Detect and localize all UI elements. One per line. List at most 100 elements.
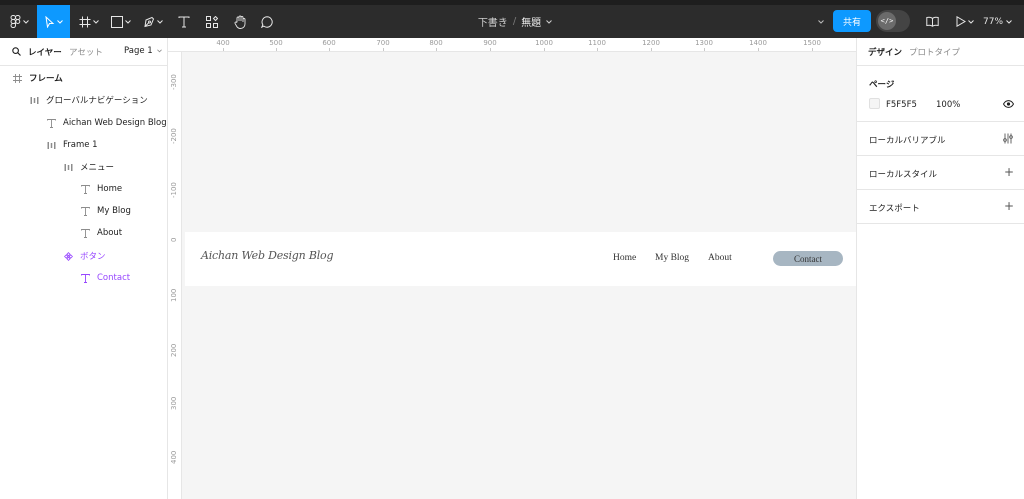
export-section[interactable]: エクスポート + <box>857 190 1024 224</box>
auto-layout-icon <box>46 140 56 150</box>
auto-layout-icon <box>63 162 73 172</box>
present-button[interactable] <box>953 5 977 38</box>
layer-label: Aichan Web Design Blog <box>63 118 167 128</box>
tab-design[interactable]: デザイン <box>868 46 902 58</box>
text-icon <box>80 273 90 283</box>
plus-icon[interactable]: + <box>1004 200 1014 212</box>
layer-item[interactable]: フレーム <box>0 68 168 88</box>
layers-panel: レイヤー アセット Page 1 フレーム グローバルナビゲーション Aicha… <box>0 38 168 499</box>
layer-label: Frame 1 <box>63 140 98 150</box>
ruler-label: 400 <box>216 39 230 47</box>
ruler-label: 1300 <box>695 39 713 47</box>
ruler-tick <box>597 48 598 51</box>
ruler-horizontal: 400 500 600 700 800 900 1000 1100 1200 1… <box>168 38 856 52</box>
export-title: エクスポート <box>869 204 920 214</box>
share-button[interactable]: 共有 <box>833 10 871 32</box>
layer-item[interactable]: グローバルナビゲーション <box>0 90 168 110</box>
layer-label: Home <box>97 184 123 194</box>
chevron-down-icon <box>93 19 99 24</box>
layer-item[interactable]: Home <box>0 179 168 199</box>
chevron-down-icon <box>56 19 63 24</box>
ruler-label: 200 <box>170 343 178 357</box>
ruler-tick <box>758 48 759 51</box>
layer-item[interactable]: Frame 1 <box>0 135 168 155</box>
ruler-label: 300 <box>170 396 178 410</box>
library-button[interactable] <box>922 5 942 38</box>
file-name[interactable]: 無題 <box>521 14 541 29</box>
ruler-tick <box>223 48 224 51</box>
layer-item[interactable]: Contact <box>0 268 168 288</box>
ruler-label: -300 <box>170 74 178 90</box>
contact-button[interactable]: Contact <box>773 251 843 266</box>
nav-home[interactable]: Home <box>613 253 636 263</box>
text-icon <box>46 118 56 128</box>
hand-tool-button[interactable] <box>229 5 251 38</box>
chevron-down-icon <box>968 19 974 24</box>
ruler-label: -200 <box>170 128 178 144</box>
text-icon <box>178 16 190 27</box>
global-navigation-frame[interactable]: Aichan Web Design Blog Home My Blog Abou… <box>185 232 856 286</box>
figma-logo-icon <box>9 15 20 28</box>
site-logo-text[interactable]: Aichan Web Design Blog <box>201 249 333 262</box>
tab-prototype[interactable]: プロトタイプ <box>909 46 960 58</box>
ruler-label: 900 <box>483 39 497 47</box>
eye-icon[interactable] <box>1003 100 1014 108</box>
ruler-label: 0 <box>170 237 178 242</box>
comment-tool-button[interactable] <box>257 5 277 38</box>
draft-label[interactable]: 下書き <box>478 14 508 29</box>
layer-label: メニュー <box>80 163 115 173</box>
canvas[interactable]: 400 500 600 700 800 900 1000 1100 1200 1… <box>168 38 856 499</box>
plus-icon[interactable]: + <box>1004 166 1014 178</box>
move-tool-button[interactable] <box>37 5 70 38</box>
layer-item[interactable]: Aichan Web Design Blog <box>0 113 168 133</box>
chevron-down-icon <box>157 19 163 24</box>
layer-item[interactable]: メニュー <box>0 157 168 177</box>
tab-layers[interactable]: レイヤー <box>28 46 62 58</box>
local-variables-section[interactable]: ローカルバリアブル <box>857 122 1024 156</box>
page-color-swatch[interactable] <box>869 98 880 109</box>
page-select[interactable]: Page 1 <box>124 46 163 56</box>
layer-item[interactable]: ボタン <box>0 246 168 266</box>
ruler-label: 1200 <box>642 39 660 47</box>
local-styles-section[interactable]: ローカルスタイル + <box>857 156 1024 190</box>
hand-icon <box>234 15 245 29</box>
ruler-label: 700 <box>376 39 390 47</box>
pen-tool-button[interactable] <box>140 5 166 38</box>
nav-about[interactable]: About <box>708 253 732 263</box>
page-section: ページ <box>857 66 1024 122</box>
layer-label: Contact <box>97 273 131 283</box>
layer-label: グローバルナビゲーション <box>46 96 148 106</box>
layer-item[interactable]: About <box>0 223 168 243</box>
ruler-label: 800 <box>429 39 443 47</box>
ruler-label: 1500 <box>803 39 821 47</box>
zoom-dropdown[interactable]: 77% <box>983 5 1012 38</box>
frame-tool-button[interactable] <box>76 5 102 38</box>
main-menu-button[interactable] <box>6 5 32 38</box>
figma-window: 下書き / 無題 共有 </> 77% レイヤー アセット Page 1 フレー… <box>0 0 1024 499</box>
ruler-tick <box>436 48 437 51</box>
dev-mode-toggle[interactable]: </> <box>876 10 910 32</box>
ruler-tick <box>544 48 545 51</box>
ruler-tick <box>651 48 652 51</box>
text-tool-button[interactable] <box>174 5 194 38</box>
local-styles-title: ローカルスタイル <box>869 170 938 180</box>
page-section-title: ページ <box>869 80 895 90</box>
resources-icon <box>206 15 218 28</box>
layer-item[interactable]: My Blog <box>0 201 168 221</box>
collaborators-toggle[interactable] <box>815 5 827 38</box>
tab-assets[interactable]: アセット <box>69 46 103 58</box>
nav-my-blog[interactable]: My Blog <box>655 253 689 263</box>
page-color-hex[interactable]: F5F5F5 <box>886 100 917 110</box>
page-color-opacity[interactable]: 100% <box>936 100 960 110</box>
frame-icon <box>79 16 91 27</box>
ruler-tick <box>490 48 491 51</box>
variables-icon[interactable] <box>1003 133 1013 144</box>
chevron-down-icon[interactable] <box>546 19 553 24</box>
frame-icon <box>12 73 22 83</box>
shape-tool-button[interactable] <box>108 5 134 38</box>
file-title[interactable]: 下書き / 無題 <box>440 5 590 38</box>
resources-button[interactable] <box>202 5 222 38</box>
chevron-down-icon <box>818 19 824 24</box>
search-icon[interactable] <box>12 47 21 56</box>
chevron-down-icon <box>125 19 131 24</box>
